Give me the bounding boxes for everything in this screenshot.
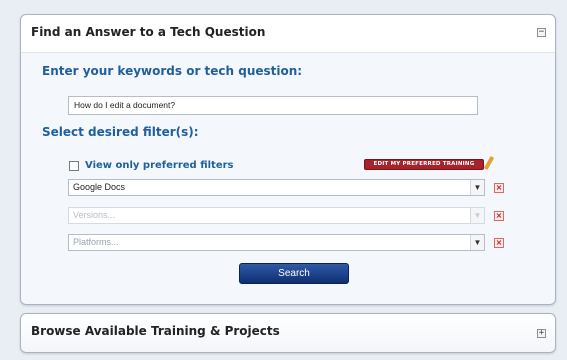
remove-x-icon[interactable]: × <box>494 183 504 193</box>
keywords-input[interactable]: How do I edit a document? <box>68 96 478 115</box>
chevron-down-icon[interactable]: ▼ <box>470 180 484 195</box>
filter-select-versions-value: Versions... <box>73 210 116 220</box>
expand-toggle-icon[interactable]: + <box>537 329 546 338</box>
chevron-down-icon[interactable]: ▼ <box>470 235 484 250</box>
preferred-filters-label[interactable]: View only preferred filters <box>85 160 234 171</box>
collapse-toggle-icon[interactable]: − <box>537 28 546 37</box>
search-button[interactable]: Search <box>239 263 349 284</box>
filter-select-versions: Versions... ▼ <box>68 207 485 224</box>
preferred-filters-checkbox[interactable] <box>69 160 79 171</box>
filter-select-platforms[interactable]: Platforms... ▼ <box>68 234 485 251</box>
title-divider <box>21 52 555 53</box>
filters-label: Select desired filter(s): <box>42 125 199 139</box>
filter-select-product[interactable]: Google Docs ▼ <box>68 179 485 196</box>
remove-x-icon[interactable]: × <box>494 211 504 221</box>
filter-select-product-value: Google Docs <box>73 182 126 192</box>
remove-x-icon[interactable]: × <box>494 238 504 248</box>
browse-training-panel[interactable]: Browse Available Training & Projects + <box>20 313 556 353</box>
chevron-down-icon: ▼ <box>470 208 484 223</box>
find-panel-title: Find an Answer to a Tech Question <box>31 25 266 39</box>
browse-panel-title[interactable]: Browse Available Training & Projects <box>31 324 280 338</box>
preferred-filters-row[interactable]: View only preferred filters <box>69 160 234 171</box>
filter-select-platforms-value: Platforms... <box>73 237 119 247</box>
find-answer-panel: Find an Answer to a Tech Question − Ente… <box>20 14 556 305</box>
edit-preferred-training-button[interactable]: EDIT MY PREFERRED TRAINING <box>364 159 484 170</box>
pencil-icon <box>483 155 495 171</box>
keywords-label: Enter your keywords or tech question: <box>42 64 303 78</box>
